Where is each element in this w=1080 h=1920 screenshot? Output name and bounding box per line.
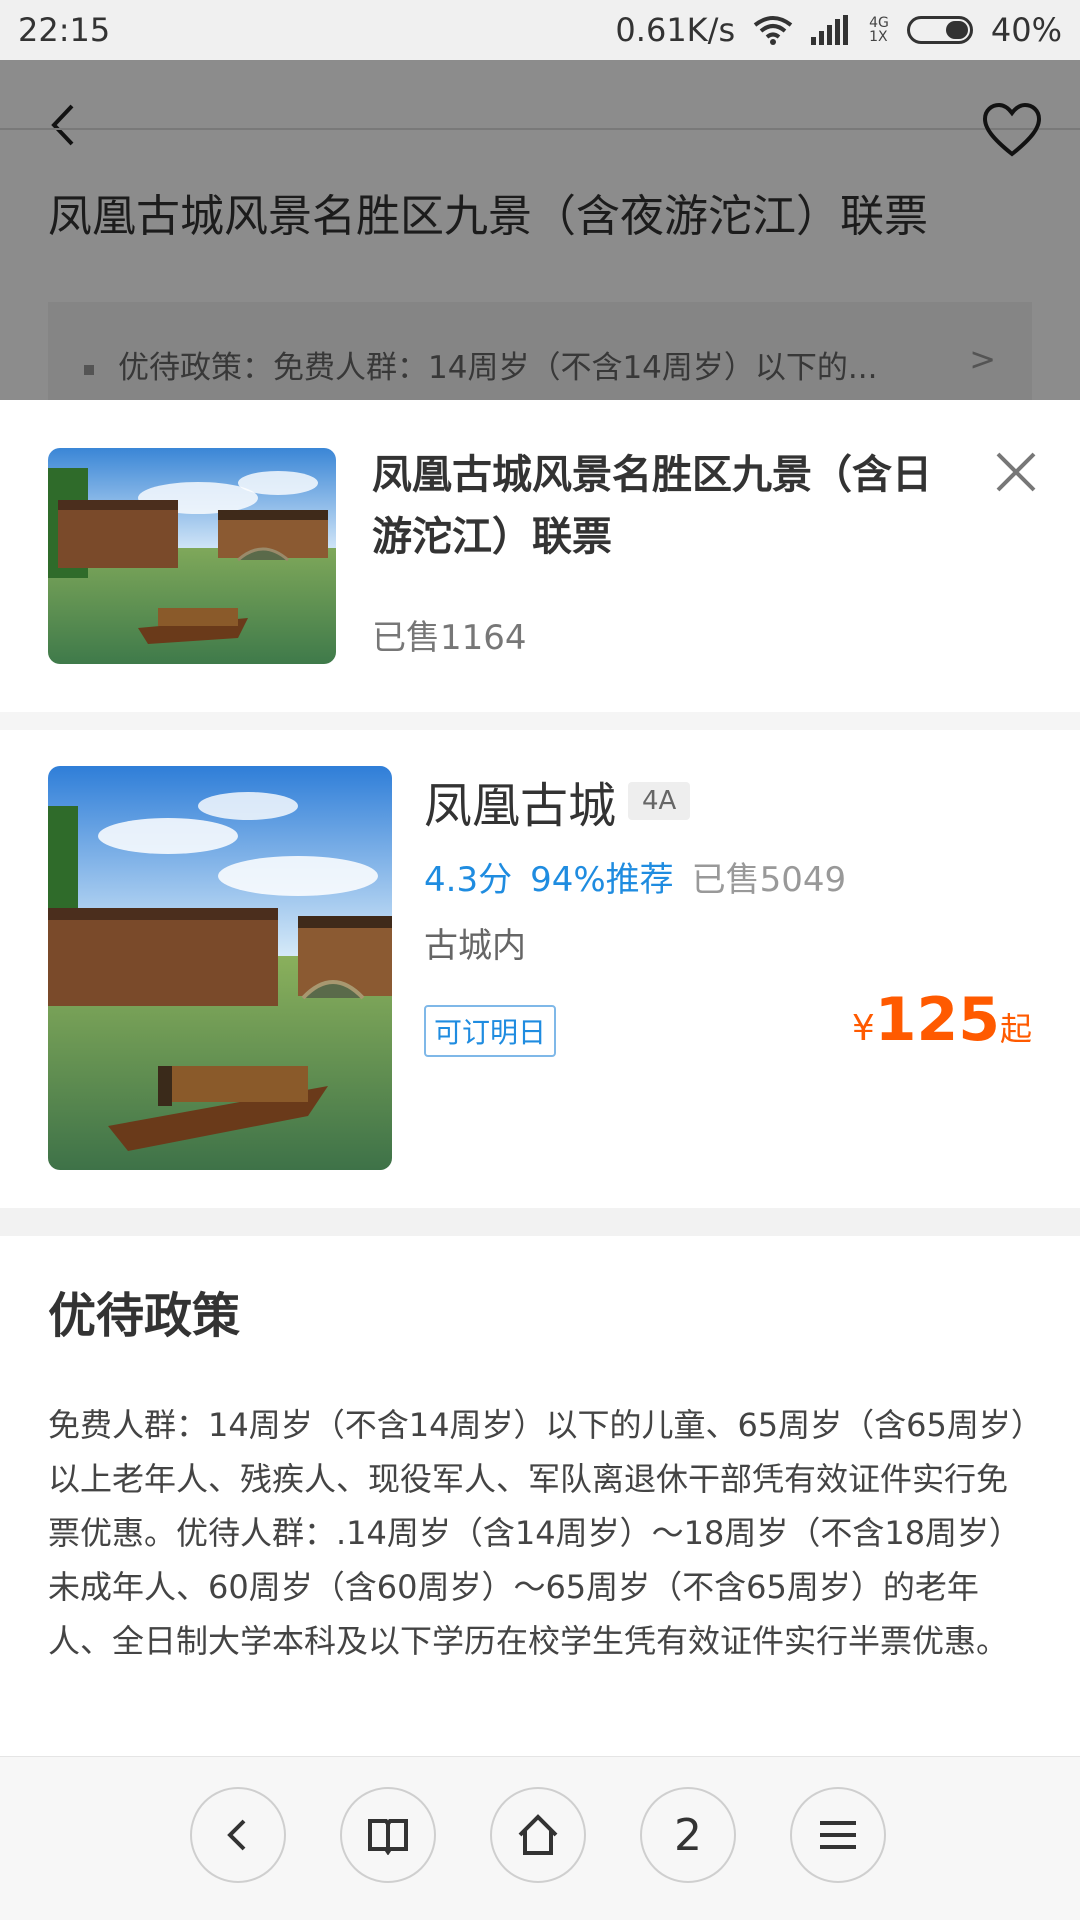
sold-count: 已售5049 xyxy=(691,860,847,900)
dim-overlay[interactable] xyxy=(0,60,1080,400)
browser-toolbar: 2 xyxy=(0,1756,1080,1920)
policy-heading: 优待政策 xyxy=(48,1288,241,1344)
network-type: 4G 1X xyxy=(869,15,889,45)
home-icon xyxy=(518,1814,558,1855)
scenic-name-row[interactable]: 凤凰古城 4A xyxy=(424,766,691,836)
back-icon xyxy=(227,1819,246,1851)
close-icon[interactable] xyxy=(994,450,1038,494)
recommend-rate: 94%推荐 xyxy=(530,860,674,900)
wifi-icon xyxy=(753,16,793,45)
battery-fill xyxy=(945,21,968,39)
tabs-button[interactable]: 2 xyxy=(640,1787,736,1883)
sold-count: 已售1164 xyxy=(372,618,527,658)
battery-percent: 40% xyxy=(990,11,1062,49)
scenic-image[interactable] xyxy=(48,766,392,1170)
signal-icon xyxy=(811,15,849,45)
product-thumbnail xyxy=(48,448,336,664)
policy-text: 免费人群：14周岁（不含14周岁）以下的儿童、65周岁（含65周岁）以上老年人、… xyxy=(48,1406,1027,1660)
back-button[interactable] xyxy=(190,1787,286,1883)
bookmarks-icon xyxy=(368,1819,408,1855)
section-divider xyxy=(0,712,1080,730)
bookmarks-button[interactable] xyxy=(340,1787,436,1883)
bookable-tag: 可订明日 xyxy=(424,1005,557,1057)
product-sheet: 凤凰古城风景名胜区九景（含日游沱江）联票 已售1164 凤凰古城 4A 4.3分… xyxy=(0,400,1080,1756)
menu-icon xyxy=(820,1821,856,1849)
network-speed: 0.61K/s xyxy=(615,11,736,49)
status-bar: 22:15 0.61K/s 4G 1X 40% xyxy=(0,0,1080,60)
price: ¥ 125 起 xyxy=(852,985,1032,1055)
price-currency: ¥ xyxy=(851,1008,875,1049)
menu-button[interactable] xyxy=(790,1787,886,1883)
tab-count: 2 xyxy=(674,1809,702,1861)
scenic-name: 凤凰古城 xyxy=(424,778,617,834)
section-divider xyxy=(0,1208,1080,1236)
home-button[interactable] xyxy=(490,1787,586,1883)
sheet-title: 凤凰古城风景名胜区九景（含日游沱江）联票 xyxy=(372,452,932,560)
price-suffix: 起 xyxy=(999,1010,1032,1048)
status-right: 0.61K/s 4G 1X 40% xyxy=(615,11,1062,49)
level-badge: 4A xyxy=(628,782,691,820)
rating-score: 4.3分 xyxy=(424,860,513,900)
scenic-location: 古城内 xyxy=(424,926,526,966)
scenic-stats: 4.3分 94%推荐 已售5049 xyxy=(424,852,846,901)
price-value: 125 xyxy=(874,985,1000,1055)
battery-icon xyxy=(906,16,973,44)
status-time: 22:15 xyxy=(18,11,111,49)
